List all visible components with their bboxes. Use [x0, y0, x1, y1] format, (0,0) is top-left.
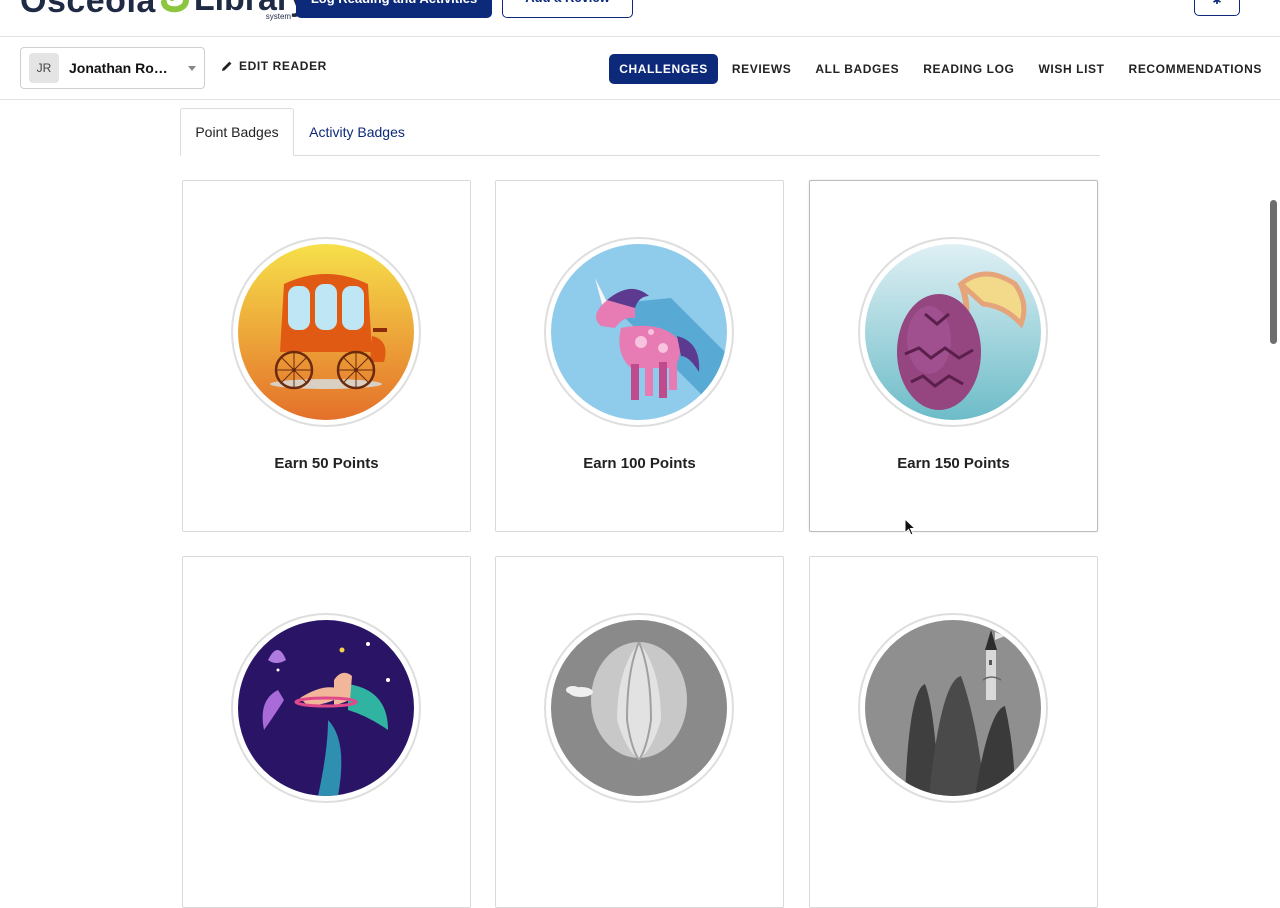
logo-sub: system	[265, 12, 292, 21]
badge-card-castle[interactable]	[809, 556, 1098, 908]
avatar: JR	[29, 53, 59, 83]
settings-button[interactable]: ✱	[1194, 0, 1240, 16]
log-reading-button[interactable]: Log Reading and Activities	[296, 0, 492, 18]
badge-label: Earn 50 Points	[274, 455, 379, 472]
nav-wish-list[interactable]: WISH LIST	[1038, 62, 1104, 76]
nav-reviews[interactable]: REVIEWS	[732, 62, 792, 76]
badge-card-balloon[interactable]	[495, 556, 784, 908]
dragon-egg-icon	[865, 244, 1041, 420]
nav-challenges[interactable]: CHALLENGES	[609, 54, 718, 84]
tab-point-badges[interactable]: Point Badges	[180, 108, 294, 156]
badge-card-100[interactable]: Earn 100 Points	[495, 180, 784, 532]
badge-circle	[544, 613, 734, 803]
carriage-icon	[238, 244, 414, 420]
badge-circle	[231, 237, 421, 427]
mermaid-icon	[238, 620, 414, 796]
badge-circle	[858, 613, 1048, 803]
badge-circle	[544, 237, 734, 427]
badge-label: Earn 150 Points	[897, 455, 1010, 472]
hot-air-balloon-icon	[551, 620, 727, 796]
logo-word-osceola: Osceola	[20, 0, 156, 20]
logo-swirl-icon	[160, 0, 189, 13]
page-scrollbar[interactable]	[1270, 200, 1277, 344]
nav-recommendations[interactable]: RECOMMENDATIONS	[1129, 62, 1262, 76]
reader-name: Jonathan Rob...	[69, 60, 169, 76]
add-review-button[interactable]: Add a Review	[502, 0, 633, 18]
chevron-down-icon	[188, 65, 196, 71]
badge-label: Earn 100 Points	[583, 455, 696, 472]
nav-links: CHALLENGES REVIEWS ALL BADGES READING LO…	[609, 54, 1262, 84]
logo-word-library: Library	[194, 0, 309, 16]
library-logo[interactable]: Osceola Library system	[20, 0, 309, 24]
badge-circle	[858, 237, 1048, 427]
pencil-icon	[222, 61, 232, 71]
castle-icon	[865, 620, 1041, 796]
badge-card-mermaid[interactable]	[182, 556, 471, 908]
top-header: Osceola Library system Log Reading and A…	[0, 0, 1280, 37]
unicorn-icon	[551, 244, 727, 420]
mouse-cursor-icon	[904, 518, 916, 536]
badge-circle	[231, 613, 421, 803]
reader-navbar: JR Jonathan Rob... EDIT READER CHALLENGE…	[0, 37, 1280, 100]
badge-card-50[interactable]: Earn 50 Points	[182, 180, 471, 532]
nav-all-badges[interactable]: ALL BADGES	[815, 62, 899, 76]
badge-card-150[interactable]: Earn 150 Points	[809, 180, 1098, 532]
gear-icon: ✱	[1212, 0, 1222, 7]
badge-tabs: Point Badges Activity Badges	[180, 108, 1100, 156]
edit-reader-link[interactable]: EDIT READER	[221, 59, 327, 73]
nav-reading-log[interactable]: READING LOG	[923, 62, 1014, 76]
tab-activity-badges[interactable]: Activity Badges	[294, 108, 420, 156]
edit-reader-label: EDIT READER	[239, 59, 327, 73]
reader-select[interactable]: JR Jonathan Rob...	[20, 47, 205, 89]
